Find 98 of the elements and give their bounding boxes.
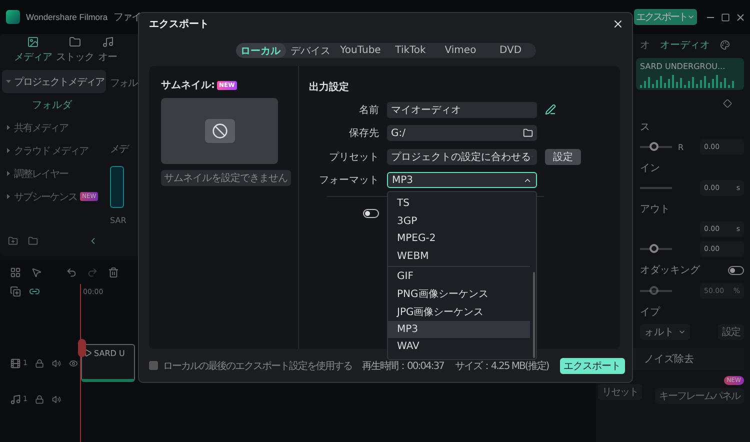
media-thumbnail[interactable] [110,166,124,208]
format-option[interactable]: WEBM [388,248,530,265]
type-dropdown[interactable]: ォルト [640,324,690,340]
export-tab[interactable]: Vimeo [436,43,486,58]
field-label: プリセット [328,150,379,164]
new-folder-icon[interactable] [8,236,18,246]
caret-icon[interactable] [6,194,11,199]
menu-item[interactable]: ファイ [114,10,141,24]
grid-icon[interactable] [10,266,21,278]
close-icon [735,12,746,22]
clip-label: SAR [110,216,126,225]
volume-icon[interactable] [52,394,62,404]
link-icon[interactable] [29,286,40,297]
format-option[interactable]: MP3 [388,320,530,338]
delete-icon[interactable] [108,266,119,278]
duration-text: 再生時間：00:04:37 [362,360,444,372]
media-tab[interactable]: オー [98,34,117,66]
thumbnail-label: サムネイル: [161,79,215,92]
export-button[interactable]: エクスポート [560,358,625,374]
slider-thumb[interactable] [650,142,659,151]
clip-name: SARD UNDERGROU... [640,62,726,71]
format-dropdown[interactable]: MP3 [387,172,537,188]
chevron-icon [678,328,686,336]
format-option[interactable]: GIF [388,268,530,286]
name-field[interactable]: マイオーディオ [387,102,537,118]
format-dropdown[interactable]: プロジェクトの設定に合わせる [387,148,537,165]
film-icon [10,358,21,368]
maximize-icon [721,12,730,22]
palette-icon[interactable] [720,40,730,50]
keyframe-icon[interactable] [723,98,732,108]
export-tab[interactable]: デバイス [286,43,336,58]
keyframe-panel-button[interactable]: キーフレームパネル [655,388,744,404]
unavailable-icon [204,119,234,143]
eye-icon[interactable] [69,358,78,368]
toggle-switch[interactable] [363,209,379,218]
play-icon [84,349,92,357]
format-option[interactable]: 3GP [388,212,530,230]
sidebar-item[interactable]: フォルダ [2,93,106,116]
lock-icon[interactable] [35,358,44,368]
property-label: イプ [640,306,660,318]
folder-icon [69,36,81,48]
section-label: メデ [110,143,128,156]
path-field[interactable]: G:/ [387,125,537,142]
media-tab[interactable]: ストック [56,34,94,66]
close-button[interactable] [612,18,624,30]
music-icon [10,394,21,404]
volume-icon[interactable] [52,358,62,368]
image-icon [27,36,39,48]
scrollbar[interactable] [533,272,535,358]
field-label: 保存先 [348,126,379,140]
channel-label: R [678,142,684,152]
format-option[interactable]: JPG画像シーケンス [388,303,530,320]
app-logo [6,10,20,24]
toggle-switch[interactable] [728,266,744,274]
caret-icon[interactable] [6,79,11,84]
playhead-marker[interactable] [78,339,86,357]
format-option[interactable]: MPEG-2 [388,230,530,248]
app-name: Wondershare Filmora [26,12,108,22]
undo-icon[interactable] [66,266,77,278]
format-option[interactable]: PNG画像シーケンス [388,286,530,303]
settings-heading: 出力設定 [309,80,350,94]
close-icon [612,18,624,30]
checkbox-label: ローカルの最後のエクスポート設定を使用する [163,360,352,372]
property-label: ス [640,120,650,134]
settings-button[interactable]: 設定 [545,148,581,165]
export-tab[interactable]: ローカル [236,43,286,58]
property-label: アウト [640,202,670,216]
format-option[interactable]: TS [388,195,530,212]
field-label: 名前 [358,104,379,117]
field-label: フォーマット [318,174,379,188]
caret-icon[interactable] [6,148,11,153]
folder-label: フォル [110,77,137,90]
settings-button[interactable]: 設定 [718,324,744,340]
property-tab[interactable]: オ [640,38,650,52]
property-tab[interactable]: オーディオ [660,38,710,52]
export-tab[interactable]: YouTube [336,43,386,58]
sidebar-item[interactable]: プロジェクトメディア [2,70,106,93]
dialog-title: エクスポート [149,18,209,31]
export-tab[interactable]: DVD [486,43,536,58]
pointer-icon[interactable] [31,266,42,278]
export-tab[interactable]: TikTok [386,43,436,58]
chevron-icon [687,13,695,21]
property-label: オダッキング [640,264,700,277]
slider-thumb[interactable] [650,244,659,253]
add-track-icon[interactable] [10,286,21,297]
music-icon [102,36,114,48]
timeline-clip[interactable]: SARD U [81,344,135,382]
waveform-icon [640,74,736,88]
reset-button[interactable]: リセット [598,384,642,400]
size-text: サイズ：4.25 MB(推定) [454,360,549,372]
caret-icon[interactable] [6,125,11,130]
lock-icon[interactable] [35,394,44,404]
pen-icon[interactable] [545,104,556,116]
caret-icon[interactable] [6,171,11,176]
property-label: イン [640,162,660,174]
media-tab[interactable]: メディア [14,34,52,66]
checkbox[interactable] [149,361,158,370]
format-option[interactable]: WAV [388,338,530,356]
